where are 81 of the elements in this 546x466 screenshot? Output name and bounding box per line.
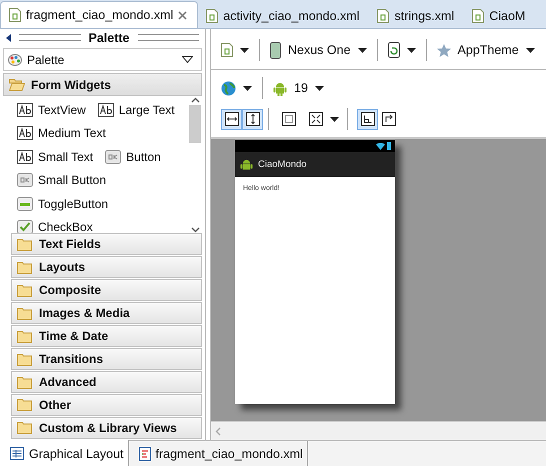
caret-icon[interactable] bbox=[240, 48, 249, 52]
view-toggle-button[interactable] bbox=[357, 108, 378, 130]
document-icon bbox=[9, 8, 21, 22]
view-toggle-button[interactable] bbox=[242, 108, 263, 130]
grip-lines bbox=[138, 34, 199, 42]
editor-tab[interactable]: CiaoM bbox=[464, 4, 536, 28]
text-widget-icon bbox=[17, 150, 33, 164]
editor-mode-tab[interactable]: Graphical Layout bbox=[0, 440, 129, 466]
folder-icon bbox=[17, 260, 33, 274]
document-icon bbox=[206, 9, 218, 23]
palette-widget[interactable]: Medium Text bbox=[17, 126, 106, 140]
editor-mode-tab[interactable]: fragment_ciao_mondo.xml bbox=[128, 441, 308, 466]
scroll-up-icon[interactable] bbox=[190, 97, 200, 103]
palette-category[interactable]: Layouts bbox=[11, 256, 202, 278]
palette-category[interactable]: Form Widgets bbox=[3, 73, 202, 96]
android-icon bbox=[240, 158, 253, 172]
rotate-icon[interactable] bbox=[388, 42, 400, 58]
folder-icon bbox=[17, 376, 33, 388]
theme-dropdown[interactable]: AppTheme bbox=[436, 43, 535, 57]
checkbox-widget-icon bbox=[17, 220, 33, 234]
palette-widget[interactable]: Button bbox=[105, 150, 161, 164]
folder-icon bbox=[17, 306, 33, 320]
folder-icon bbox=[17, 421, 33, 434]
editor-tab[interactable]: activity_ciao_mondo.xml bbox=[198, 4, 370, 28]
palette-widget[interactable]: Large Text bbox=[98, 102, 175, 117]
palette-category[interactable]: Time & Date bbox=[11, 325, 202, 348]
document-icon bbox=[472, 9, 484, 23]
caret-icon[interactable] bbox=[330, 116, 339, 122]
wifi-icon bbox=[376, 142, 385, 150]
palette-category[interactable]: Custom & Library Views bbox=[11, 416, 202, 439]
view-toggle-button[interactable] bbox=[221, 108, 242, 130]
folder-icon bbox=[17, 238, 33, 251]
caret-icon[interactable] bbox=[406, 48, 416, 52]
palette-widget[interactable]: Small Button bbox=[17, 173, 106, 188]
scrollbar-thumb[interactable] bbox=[189, 105, 201, 143]
palette-icon bbox=[8, 54, 22, 66]
globe-icon[interactable] bbox=[221, 80, 236, 96]
palette-title: Palette bbox=[88, 30, 130, 45]
folder-icon bbox=[17, 330, 33, 343]
android-icon bbox=[273, 80, 287, 96]
folder-icon bbox=[17, 284, 33, 297]
palette-category[interactable]: Text Fields bbox=[11, 233, 202, 256]
text-widget-icon bbox=[17, 102, 33, 117]
grip-lines bbox=[19, 34, 80, 42]
close-icon[interactable] bbox=[178, 10, 188, 20]
xml-file-icon bbox=[138, 447, 151, 461]
editor-tab[interactable]: fragment_ciao_mondo.xml bbox=[0, 1, 198, 28]
api-level-dropdown[interactable]: 19 bbox=[273, 80, 324, 96]
open-folder-icon bbox=[9, 78, 25, 92]
scroll-down-icon[interactable] bbox=[190, 227, 200, 234]
palette-widget[interactable]: TextView bbox=[17, 102, 86, 117]
folder-icon bbox=[17, 398, 33, 412]
app-title: CiaoMondo bbox=[258, 159, 307, 170]
button-widget-icon bbox=[17, 173, 33, 188]
palette-category[interactable]: Other bbox=[11, 394, 202, 416]
editor-tab[interactable]: strings.xml bbox=[369, 4, 464, 28]
caret-icon[interactable] bbox=[526, 48, 535, 52]
collapse-arrow-icon[interactable] bbox=[6, 34, 11, 42]
button-widget-icon bbox=[105, 150, 122, 164]
folder-icon bbox=[17, 352, 33, 366]
palette-category[interactable]: Images & Media bbox=[11, 302, 202, 324]
palette-widget[interactable]: ToggleButton bbox=[17, 196, 108, 211]
toggle-widget-icon bbox=[17, 196, 33, 211]
caret-icon[interactable] bbox=[314, 86, 324, 90]
text-widget-icon bbox=[17, 126, 33, 140]
phone-icon bbox=[270, 42, 281, 58]
layout-icon bbox=[10, 447, 24, 460]
palette-widget[interactable]: Small Text bbox=[17, 150, 94, 164]
document-icon bbox=[377, 9, 390, 23]
device-dropdown[interactable]: Nexus One bbox=[270, 42, 367, 58]
palette-category[interactable]: Transitions bbox=[11, 348, 202, 370]
palette-category[interactable]: Advanced bbox=[11, 371, 202, 393]
caret-icon[interactable] bbox=[243, 86, 252, 90]
text-widget-icon bbox=[98, 102, 114, 117]
star-icon bbox=[436, 44, 451, 56]
battery-icon bbox=[387, 142, 391, 150]
palette-dropdown[interactable]: Palette bbox=[3, 48, 202, 72]
document-icon bbox=[221, 43, 233, 57]
palette-category[interactable]: Composite bbox=[11, 279, 202, 302]
dropdown-arrow-icon bbox=[182, 56, 193, 64]
caret-icon[interactable] bbox=[358, 48, 367, 52]
